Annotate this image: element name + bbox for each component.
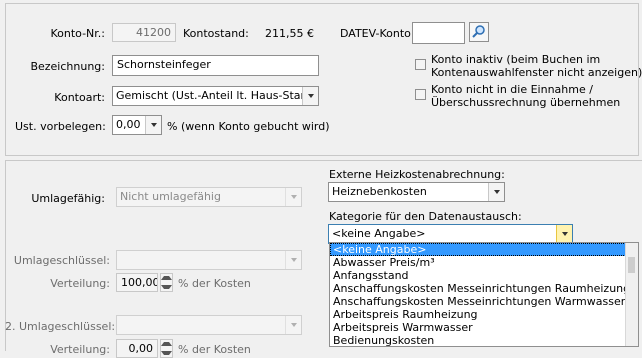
chevron-down-icon[interactable]: [556, 225, 572, 243]
verteilung2-label: Verteilung:: [50, 343, 110, 356]
kategorie-select[interactable]: <keine Angabe>: [328, 224, 573, 244]
bezeichnung-input[interactable]: Schornsteinfeger: [112, 55, 319, 76]
ext-heizkosten-select[interactable]: Heiznebenkosten: [328, 182, 505, 202]
ext-heizkosten-label: Externe Heizkostenabrechnung:: [329, 168, 505, 181]
chevron-down-icon[interactable]: [285, 251, 301, 269]
list-item[interactable]: Abwasser Preis/m³: [330, 256, 638, 269]
list-item[interactable]: <keine Angabe>: [330, 243, 638, 256]
list-item[interactable]: Anfangsstand: [330, 269, 638, 282]
umlageschluessel-label: Umlageschlüssel:: [13, 254, 110, 267]
chevron-down-icon[interactable]: [285, 316, 301, 334]
kategorie-label: Kategorie für den Datenaustausch:: [329, 210, 522, 223]
chevron-down-icon[interactable]: [488, 183, 504, 201]
ust-suffix: % (wenn Konto gebucht wird): [167, 120, 330, 133]
kontostand-value: 211,55 €: [265, 27, 314, 40]
list-item[interactable]: Bedienungskosten: [330, 334, 638, 346]
umlageschluessel2-select[interactable]: [116, 315, 302, 335]
verteilung-label: Verteilung:: [50, 277, 110, 290]
chevron-down-icon[interactable]: [285, 188, 301, 206]
nicht-eur-checkbox[interactable]: [415, 89, 426, 100]
kontoart-value: Gemischt (Ust.-Anteil lt. Haus-Stammdat: [116, 89, 319, 102]
konto-nr-label: Konto-Nr.:: [50, 27, 105, 40]
list-item[interactable]: Anschaffungskosten Messeinrichtungen War…: [330, 295, 638, 308]
datev-konto-input[interactable]: [412, 22, 465, 44]
ext-heizkosten-value: Heiznebenkosten: [332, 185, 427, 198]
chevron-down-icon[interactable]: [302, 87, 318, 105]
chevron-down-icon[interactable]: [145, 116, 161, 134]
list-item[interactable]: Anschaffungskosten Messeinrichtungen Rau…: [330, 282, 638, 295]
ust-value: 0,00: [116, 118, 141, 131]
umlageschluessel2-label: 2. Umlageschlüssel:: [5, 320, 116, 333]
verteilung2-suffix: % der Kosten: [178, 343, 251, 356]
kategorie-dropdown-list[interactable]: <keine Angabe> Abwasser Preis/m³ Anfangs…: [329, 242, 639, 347]
konto-panel: [5, 3, 639, 156]
verteilung-suffix: % der Kosten: [178, 277, 251, 290]
nicht-eur-label[interactable]: Konto nicht in die Einnahme / Überschuss…: [431, 83, 620, 109]
umlageschluessel-select[interactable]: [116, 250, 302, 270]
scroll-thumb[interactable]: [628, 257, 635, 273]
magnifier-icon: [472, 25, 485, 38]
ust-select[interactable]: 0,00: [112, 115, 162, 135]
umlagefaehig-select[interactable]: Nicht umlagefähig: [116, 187, 302, 207]
kontostand-label: Kontostand:: [183, 27, 249, 40]
kontoart-label: Kontoart:: [54, 91, 105, 104]
konto-inaktiv-checkbox[interactable]: [415, 59, 426, 70]
konto-nr-field[interactable]: 41200: [112, 23, 176, 42]
umlagefaehig-value: Nicht umlagefähig: [120, 190, 221, 203]
verteilung2-input[interactable]: 0,00: [116, 339, 158, 358]
konto-inaktiv-label[interactable]: Konto inaktiv (beim Buchen im Kontenausw…: [431, 53, 642, 79]
dropdown-scrollbar[interactable]: [625, 243, 638, 346]
list-item[interactable]: Arbeitspreis Raumheizung: [330, 308, 638, 321]
datev-search-button[interactable]: [469, 22, 489, 42]
list-item[interactable]: Arbeitspreis Warmwasser: [330, 321, 638, 334]
datev-label: DATEV-Konto:: [340, 27, 415, 40]
verteilung-stepper[interactable]: [160, 273, 173, 292]
verteilung2-stepper[interactable]: [160, 339, 173, 358]
kategorie-value: <keine Angabe>: [332, 227, 426, 240]
bezeichnung-label: Bezeichnung:: [30, 60, 105, 73]
kontoart-select[interactable]: Gemischt (Ust.-Anteil lt. Haus-Stammdat: [112, 86, 319, 106]
verteilung-input[interactable]: 100,00: [116, 273, 158, 292]
umlagefaehig-label: Umlagefähig:: [31, 192, 105, 205]
ust-label: Ust. vorbelegen:: [15, 120, 106, 133]
